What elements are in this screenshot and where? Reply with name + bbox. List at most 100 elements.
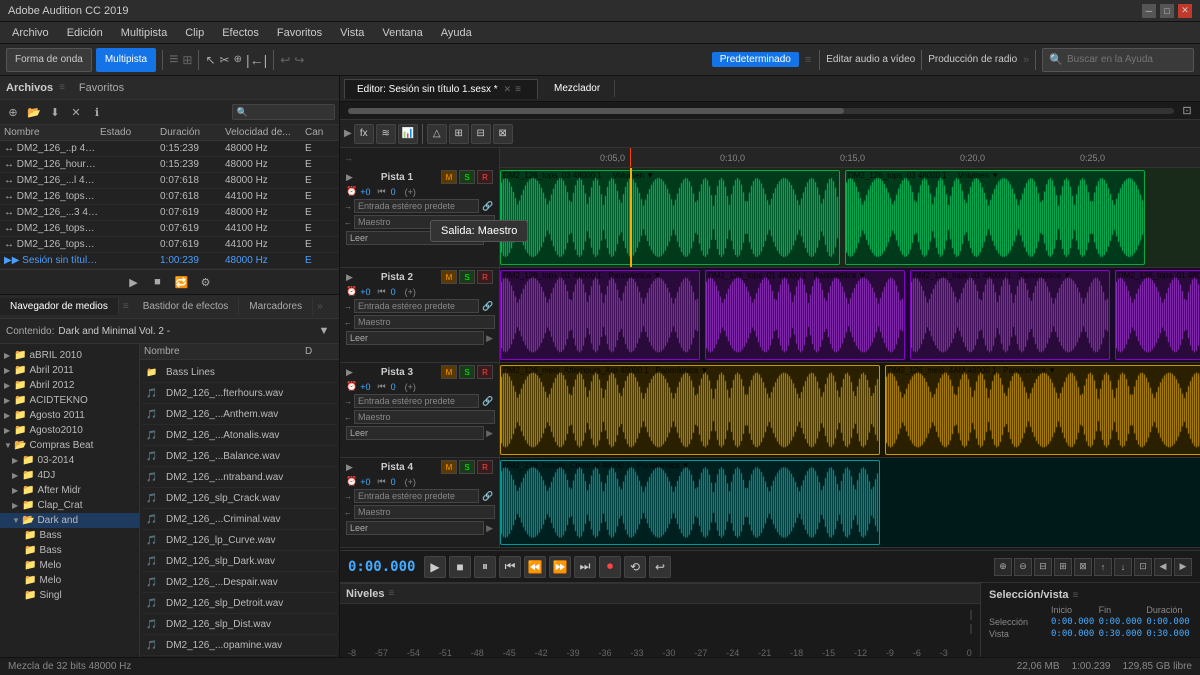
menu-favoritos[interactable]: Favoritos (269, 25, 330, 41)
tree-item-agosto2011[interactable]: ▶ 📁 Agosto 2011 (0, 408, 139, 423)
loop-btn[interactable]: ⟲ (624, 556, 646, 578)
zoom-reset[interactable]: ⊡ (1134, 558, 1152, 576)
files-menu-icon[interactable]: ≡ (59, 82, 65, 93)
close-button[interactable]: ✕ (1178, 4, 1192, 18)
tree-item-clap[interactable]: ▶ 📁 Clap_Crat (0, 498, 139, 513)
record-btn[interactable]: ⏺ (599, 556, 621, 578)
tree-item-dark[interactable]: ▼ 📂 Dark and (0, 513, 139, 528)
zoom-sel-btn[interactable]: ⊞ (1054, 558, 1072, 576)
tree-item-03-2014[interactable]: ▶ 📁 03-2014 (0, 453, 139, 468)
tree-item-abril2010[interactable]: ▶ 📁 aBRIL 2010 (0, 348, 139, 363)
mute-2-btn[interactable]: M (441, 270, 457, 284)
rec-4-btn[interactable]: R (477, 460, 493, 474)
toolbar-icon-2[interactable]: ⊞ (182, 53, 192, 67)
solo-2-btn[interactable]: S (459, 270, 475, 284)
tree-item-compras[interactable]: ▼ 📂 Compras Beat (0, 438, 139, 453)
tree-item-after[interactable]: ▶ 📁 After Midr (0, 483, 139, 498)
scroll-left[interactable]: ◀ (1154, 558, 1172, 576)
menu-clip[interactable]: Clip (177, 25, 212, 41)
produccion-radio-button[interactable]: Producción de radio (928, 54, 1017, 65)
zoom-h-out[interactable]: ↓ (1114, 558, 1132, 576)
import-btn[interactable]: ⬇ (46, 103, 64, 121)
track-4-read-btn[interactable]: Leer (346, 521, 484, 535)
media-file-row[interactable]: 🎵 DM2_126_lp_Curve.wav (142, 530, 337, 551)
track-4-clip-1[interactable]: DM2_126_basslp_Criminal 48000 1 Panorámi… (500, 460, 880, 545)
new-file-btn[interactable]: ⊕ (4, 103, 22, 121)
zoom-tool[interactable]: ⊕ (234, 54, 242, 65)
eq-button[interactable]: ≋ (376, 124, 396, 144)
track-3-output-btn[interactable]: Maestro (354, 410, 495, 424)
tab-mixer[interactable]: Mezclador (540, 80, 615, 97)
toolbar-icon-1[interactable]: ≡ (169, 51, 178, 69)
clips-btn[interactable]: ⊞ (449, 124, 469, 144)
rec-1-btn[interactable]: R (477, 170, 493, 184)
session-file-row[interactable]: ▶▶ Sesión sin título 1.sesx * 1:00:239 4… (0, 253, 339, 269)
tab-marcadores[interactable]: Marcadores (239, 298, 313, 315)
track-1-clip-1[interactable]: DM2_126_tops_03 48000 1 Volumen ▼ (500, 170, 840, 265)
selection-menu[interactable]: ≡ (1073, 590, 1079, 601)
razor-tool[interactable]: ✂ (220, 53, 230, 67)
pause-btn[interactable]: ⏸ (474, 556, 496, 578)
automation-btn[interactable]: △ (427, 124, 447, 144)
media-file-row[interactable]: 🎵 DM2_126_...fterhours.wav (142, 383, 337, 404)
media-folder-row[interactable]: 📁 Bass Lines (142, 362, 337, 383)
file-row[interactable]: ↔ DM2_126_tops_03.wav 0:07:619 44100 Hz … (0, 221, 339, 237)
mute-1-btn[interactable]: M (441, 170, 457, 184)
tab-editor[interactable]: Editor: Sesión sin título 1.sesx * ✕ ≡ (344, 79, 538, 99)
predeterminado-menu[interactable]: ≡ (805, 54, 811, 66)
zoom-all-btn[interactable]: ⊠ (1074, 558, 1092, 576)
next-btn[interactable]: ⏭ (574, 556, 596, 578)
media-file-row[interactable]: 🎵 DM2_126_...Atonalis.wav (142, 425, 337, 446)
track-3-read-btn[interactable]: Leer (346, 426, 484, 440)
tab-efectos[interactable]: Bastidor de efectos (133, 298, 240, 315)
file-row[interactable]: ↔ DM2_126_hours_Arp.wav 0:15:239 48000 H… (0, 157, 339, 173)
zoom-out-btn[interactable]: ⊖ (1014, 558, 1032, 576)
menu-vista[interactable]: Vista (332, 25, 372, 41)
tree-item-acidtekno[interactable]: ▶ 📁 ACIDTEKNO (0, 393, 139, 408)
track-2-input-btn[interactable]: Entrada estéreo predete (354, 299, 479, 313)
solo-3-btn[interactable]: S (459, 365, 475, 379)
tree-item-agosto2010[interactable]: ▶ 📁 Agosto2010 (0, 423, 139, 438)
track-2-clip-3[interactable]: DM2_126_tops_01 48000 1 Panorámica ▼ (910, 270, 1110, 360)
tree-item-melo1[interactable]: 📁 Melo (0, 558, 139, 573)
media-file-row[interactable]: 🎵 DM2_126_slp_Crack.wav (142, 488, 337, 509)
track-expand-icon[interactable]: ▶ (346, 172, 353, 183)
fx-button[interactable]: fx (354, 124, 374, 144)
minimize-button[interactable]: ─ (1142, 4, 1156, 18)
media-file-row[interactable]: 🎵 DM2_126_slp_Dist.wav (142, 614, 337, 635)
cursor-tool[interactable]: ↖ (205, 53, 215, 67)
tree-item-melo2[interactable]: 📁 Melo (0, 573, 139, 588)
content-dropdown[interactable]: ▼ (315, 322, 333, 340)
expand-tracks-icon[interactable]: ▶ (344, 128, 352, 139)
track-2-clip-4[interactable]: DM2_126_tops_01 48000 1 Panorámica ▼ (1115, 270, 1200, 360)
zoom-fit-btn[interactable]: ⊟ (1034, 558, 1052, 576)
play-preview-btn[interactable]: ▶ (125, 273, 143, 291)
tree-item-bass2[interactable]: 📁 Bass (0, 543, 139, 558)
rw-btn[interactable]: ⏪ (524, 556, 546, 578)
menu-archivo[interactable]: Archivo (4, 25, 57, 41)
stop-btn[interactable]: ■ (449, 556, 471, 578)
redo-btn[interactable]: ↪ (294, 53, 304, 67)
tab-menu-icon[interactable]: ≡ (511, 84, 525, 95)
media-file-row[interactable]: 🎵 DM2_126_...opamine.wav (142, 635, 337, 656)
track-2-clip-1[interactable]: DM2_126_tops_01 48000 1 Panorámica ▼ (500, 270, 700, 360)
track-expand-icon[interactable]: ▶ (346, 272, 353, 283)
tree-item-abril2012[interactable]: ▶ 📁 Abril 2012 (0, 378, 139, 393)
close-tab-icon[interactable]: ✕ (504, 84, 512, 95)
track-4-input-btn[interactable]: Entrada estéreo predete (354, 489, 479, 503)
mute-4-btn[interactable]: M (441, 460, 457, 474)
menu-multipista[interactable]: Multipista (113, 25, 175, 41)
zoom-scrollbar[interactable] (348, 108, 1174, 114)
meter-button[interactable]: 📊 (398, 124, 418, 144)
zoom-in-btn[interactable]: ⊕ (994, 558, 1012, 576)
file-row[interactable]: ↔ DM2_126_..p 48000 1.wav 0:15:239 48000… (0, 141, 339, 157)
menu-edicion[interactable]: Edición (59, 25, 111, 41)
track-3-clip-2[interactable]: DM2_126_melo_4AM 48000 1 Panorámica ▼ (885, 365, 1200, 455)
tree-item-bass1[interactable]: 📁 Bass (0, 528, 139, 543)
track-1-input-btn[interactable]: Entrada estéreo predete (354, 199, 479, 213)
media-file-row[interactable]: 🎵 DM2_126_slp_Detroit.wav (142, 593, 337, 614)
loop-preview-btn[interactable]: 🔁 (173, 273, 191, 291)
ff-btn[interactable]: ⏩ (549, 556, 571, 578)
metadata-btn[interactable]: ℹ (88, 103, 106, 121)
prev-btn[interactable]: ⏮ (499, 556, 521, 578)
